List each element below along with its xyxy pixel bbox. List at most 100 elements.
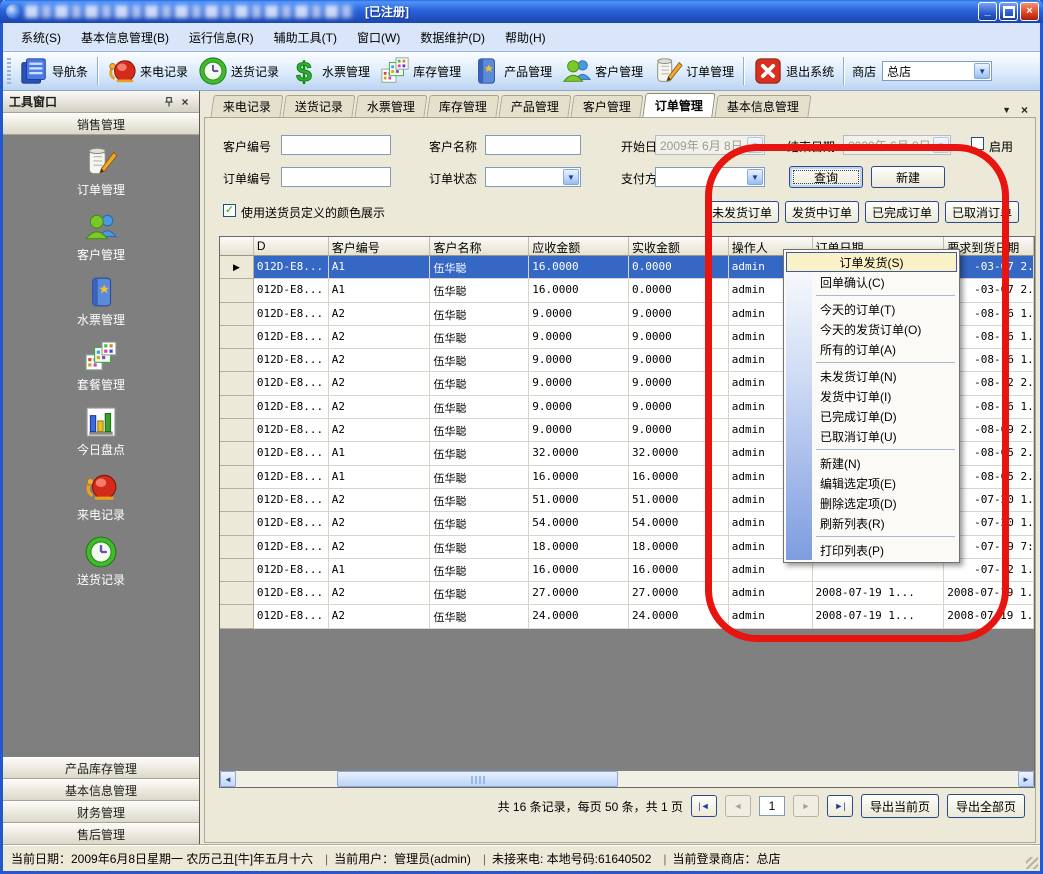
order-no-input[interactable] xyxy=(281,167,391,187)
customer-name-input[interactable] xyxy=(485,135,581,155)
sidebar-item-today-check[interactable]: 今日盘点 xyxy=(3,405,199,458)
horizontal-scrollbar[interactable]: ◄ ► xyxy=(220,771,1034,787)
scroll-left-icon[interactable]: ◄ xyxy=(220,771,236,787)
row-selector[interactable]: ▶ xyxy=(220,256,254,279)
chevron-down-icon[interactable]: ▼ xyxy=(747,137,763,153)
toolbar-customer-button[interactable]: 客户管理 xyxy=(557,54,648,88)
scrollbar-track[interactable] xyxy=(236,771,1018,787)
toolbar-nav-bar-button[interactable]: 导航条 xyxy=(14,54,93,88)
unshipped-orders-button[interactable]: 未发货订单 xyxy=(705,201,779,223)
row-selector[interactable] xyxy=(220,326,254,349)
chevron-down-icon[interactable]: ▼ xyxy=(974,63,990,79)
table-row[interactable]: 012D-E8...A2伍华聪24.000024.0000admin2008-0… xyxy=(220,605,1034,628)
next-page-button[interactable]: ► xyxy=(793,795,819,817)
tab-close-icon[interactable]: × xyxy=(1021,103,1028,117)
enable-checkbox[interactable] xyxy=(971,137,984,150)
row-selector[interactable] xyxy=(220,372,254,395)
toolbar-water-ticket-button[interactable]: $水票管理 xyxy=(284,54,375,88)
tab-customer[interactable]: 客户管理 xyxy=(571,95,644,117)
menu-help[interactable]: 帮助(H) xyxy=(495,26,556,49)
sidebar-item-delivery-records[interactable]: 送货记录 xyxy=(3,535,199,588)
context-menu-item-all-orders[interactable]: 所有的订单(A) xyxy=(786,339,957,359)
tab-basic-info[interactable]: 基本信息管理 xyxy=(715,95,812,117)
order-status-combobox[interactable]: ▼ xyxy=(485,167,581,187)
toolbar-order-button[interactable]: 订单管理 xyxy=(648,54,739,88)
scrollbar-thumb[interactable] xyxy=(337,771,618,787)
cancelled-orders-button[interactable]: 已取消订单 xyxy=(945,201,1019,223)
chevron-down-icon[interactable]: ▼ xyxy=(933,137,949,153)
context-menu-item-today-ship-orders[interactable]: 今天的发货订单(O) xyxy=(786,319,957,339)
tab-inventory[interactable]: 库存管理 xyxy=(427,95,500,117)
first-page-button[interactable]: |◄ xyxy=(691,795,717,817)
toolbar-inventory-button[interactable]: 库存管理 xyxy=(375,54,466,88)
row-selector[interactable] xyxy=(220,279,254,302)
menu-window[interactable]: 窗口(W) xyxy=(347,26,410,49)
context-menu-item-new[interactable]: 新建(N) xyxy=(786,453,957,473)
sidebar-item-package[interactable]: 套餐管理 xyxy=(3,340,199,393)
tab-delivery-records[interactable]: 送货记录 xyxy=(282,95,355,117)
context-menu-item-completed-orders[interactable]: 已完成订单(D) xyxy=(786,406,957,426)
row-selector[interactable] xyxy=(220,466,254,489)
row-selector[interactable] xyxy=(220,536,254,559)
prev-page-button[interactable]: ◄ xyxy=(725,795,751,817)
sidebar-group-product-inventory[interactable]: 产品库存管理 xyxy=(3,757,199,779)
context-menu-item-order-ship[interactable]: 订单发货(S) xyxy=(786,252,957,272)
export-current-page-button[interactable]: 导出当前页 xyxy=(861,794,939,818)
tab-water-ticket[interactable]: 水票管理 xyxy=(354,95,427,117)
store-combobox[interactable]: 总店 ▼ xyxy=(882,61,992,81)
sidebar-item-order[interactable]: 订单管理 xyxy=(3,145,199,198)
row-selector[interactable] xyxy=(220,489,254,512)
menu-basic-info[interactable]: 基本信息管理(B) xyxy=(71,26,179,49)
row-selector[interactable] xyxy=(220,582,254,605)
shipping-orders-button[interactable]: 发货中订单 xyxy=(785,201,859,223)
column-header-receivable[interactable]: 应收金额 xyxy=(529,237,629,256)
minimize-button[interactable]: _ xyxy=(978,2,997,21)
column-header-customer-no[interactable]: 客户编号 xyxy=(329,237,431,256)
column-header-received[interactable]: 实收金额 xyxy=(629,237,729,256)
context-menu-item-edit-selected[interactable]: 编辑选定项(E) xyxy=(786,473,957,493)
table-row[interactable]: 012D-E8...A2伍华聪27.000027.0000admin2008-0… xyxy=(220,582,1034,605)
sidebar-group-after-sale[interactable]: 售后管理 xyxy=(3,823,199,845)
row-selector[interactable] xyxy=(220,559,254,582)
toolbar-delivery-records-button[interactable]: 送货记录 xyxy=(193,54,284,88)
column-header-id[interactable]: D xyxy=(254,237,329,256)
row-selector[interactable] xyxy=(220,442,254,465)
export-all-pages-button[interactable]: 导出全部页 xyxy=(947,794,1025,818)
completed-orders-button[interactable]: 已完成订单 xyxy=(865,201,939,223)
column-header-customer-name[interactable]: 客户名称 xyxy=(430,237,529,256)
sidebar-item-customer[interactable]: 客户管理 xyxy=(3,210,199,263)
context-menu-item-shipping-orders[interactable]: 发货中订单(I) xyxy=(786,386,957,406)
context-menu-item-refresh-list[interactable]: 刷新列表(R) xyxy=(786,513,957,533)
toolbar-exit-button[interactable]: 退出系统 xyxy=(748,54,839,88)
pay-method-combobox[interactable]: ▼ xyxy=(655,167,765,187)
query-button[interactable]: 查询 xyxy=(789,166,863,188)
toolbar-call-records-button[interactable]: 来电记录 xyxy=(102,54,193,88)
sidebar-group-sales[interactable]: 销售管理 xyxy=(3,113,199,135)
row-selector[interactable] xyxy=(220,349,254,372)
sidebar-group-basic-info[interactable]: 基本信息管理 xyxy=(3,779,199,801)
maximize-button[interactable] xyxy=(999,2,1018,21)
tab-order[interactable]: 订单管理 xyxy=(642,93,715,117)
last-page-button[interactable]: ►| xyxy=(827,795,853,817)
scroll-right-icon[interactable]: ► xyxy=(1018,771,1034,787)
pin-icon[interactable] xyxy=(161,94,177,110)
tab-call-records[interactable]: 来电记录 xyxy=(210,95,283,117)
context-menu-item-receipt-confirm[interactable]: 回单确认(C) xyxy=(786,272,957,292)
sidebar-item-call-records[interactable]: 来电记录 xyxy=(3,470,199,523)
row-selector[interactable] xyxy=(220,605,254,628)
sidebar-item-water-ticket[interactable]: 水票管理 xyxy=(3,275,199,328)
menu-system[interactable]: 系统(S) xyxy=(11,26,71,49)
close-button[interactable]: × xyxy=(1020,2,1039,21)
end-date-picker[interactable]: 2009年 6月 8日 ▼ xyxy=(843,135,951,155)
chevron-down-icon[interactable]: ▼ xyxy=(747,169,763,185)
toolbar-grip[interactable] xyxy=(7,58,11,84)
menu-runtime-info[interactable]: 运行信息(R) xyxy=(179,26,264,49)
menu-data-maintain[interactable]: 数据维护(D) xyxy=(410,26,495,49)
menu-aux-tools[interactable]: 辅助工具(T) xyxy=(264,26,347,49)
start-date-picker[interactable]: 2009年 6月 8日 ▼ xyxy=(655,135,765,155)
row-selector[interactable] xyxy=(220,512,254,535)
page-number-input[interactable] xyxy=(759,796,785,816)
context-menu-item-delete-selected[interactable]: 删除选定项(D) xyxy=(786,493,957,513)
tab-product[interactable]: 产品管理 xyxy=(499,95,572,117)
row-selector[interactable] xyxy=(220,419,254,442)
